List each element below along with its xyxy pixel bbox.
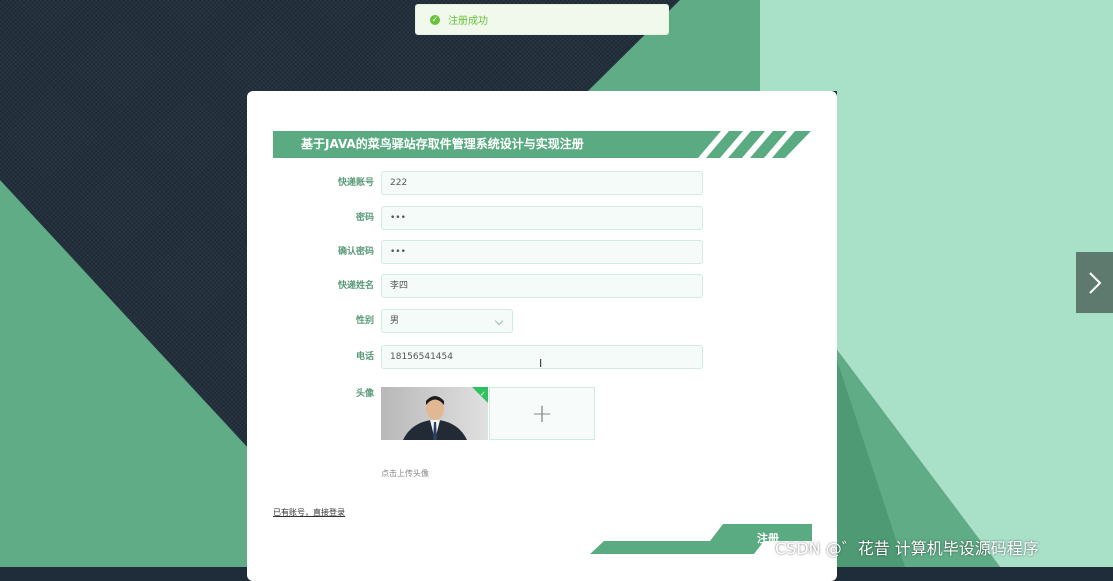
toast-message: 注册成功 [448, 16, 488, 27]
form-row-password: 密码 ••• [247, 206, 837, 230]
title-banner: 基于JAVA的菜鸟驿站存取件管理系统设计与实现注册 [273, 131, 811, 158]
watermark: CSDN @゛花昔 计算机毕设源码程序 [775, 539, 1039, 558]
password-label: 密码 [355, 213, 374, 223]
form-row-account: 快递账号 222 [247, 171, 837, 195]
avatar-photo: ✓ [381, 387, 488, 440]
form-row-gender: 性别 男 [247, 309, 837, 333]
next-arrow-button[interactable] [1076, 252, 1113, 313]
check-circle-icon: ✓ [430, 14, 440, 25]
name-label: 快递姓名 [337, 281, 374, 291]
confirm-password-input[interactable]: ••• [381, 240, 703, 264]
gender-select[interactable]: 男 [381, 309, 513, 333]
avatar-thumbnail[interactable]: ✓ [381, 387, 488, 440]
chevron-right-icon [1088, 271, 1101, 294]
phone-label: 电话 [355, 352, 374, 362]
gender-value: 男 [390, 316, 400, 326]
name-input[interactable]: 李四 [381, 274, 703, 298]
page-title: 基于JAVA的菜鸟驿站存取件管理系统设计与实现注册 [301, 137, 584, 151]
gender-label: 性别 [355, 316, 374, 326]
register-card: 基于JAVA的菜鸟驿站存取件管理系统设计与实现注册 快递账号 222 密码 ••… [247, 91, 837, 581]
text-cursor-icon: I [539, 357, 543, 370]
account-label: 快递账号 [337, 178, 374, 188]
form-row-confirm-password: 确认密码 ••• [247, 240, 837, 264]
account-input[interactable]: 222 [381, 171, 703, 195]
chevron-down-icon [494, 316, 504, 326]
success-toast: ✓ 注册成功 [415, 4, 669, 35]
upload-hint: 点击上传头像 [381, 469, 429, 478]
avatar-label: 头像 [355, 389, 374, 399]
add-avatar-button[interactable]: + [489, 387, 595, 440]
login-link[interactable]: 已有账号，直接登录 [273, 507, 345, 518]
check-icon: ✓ [480, 390, 486, 398]
plus-icon: + [531, 398, 553, 429]
password-input[interactable]: ••• [381, 206, 703, 230]
confirm-password-label: 确认密码 [337, 247, 374, 257]
form-row-name: 快递姓名 李四 [247, 274, 837, 298]
